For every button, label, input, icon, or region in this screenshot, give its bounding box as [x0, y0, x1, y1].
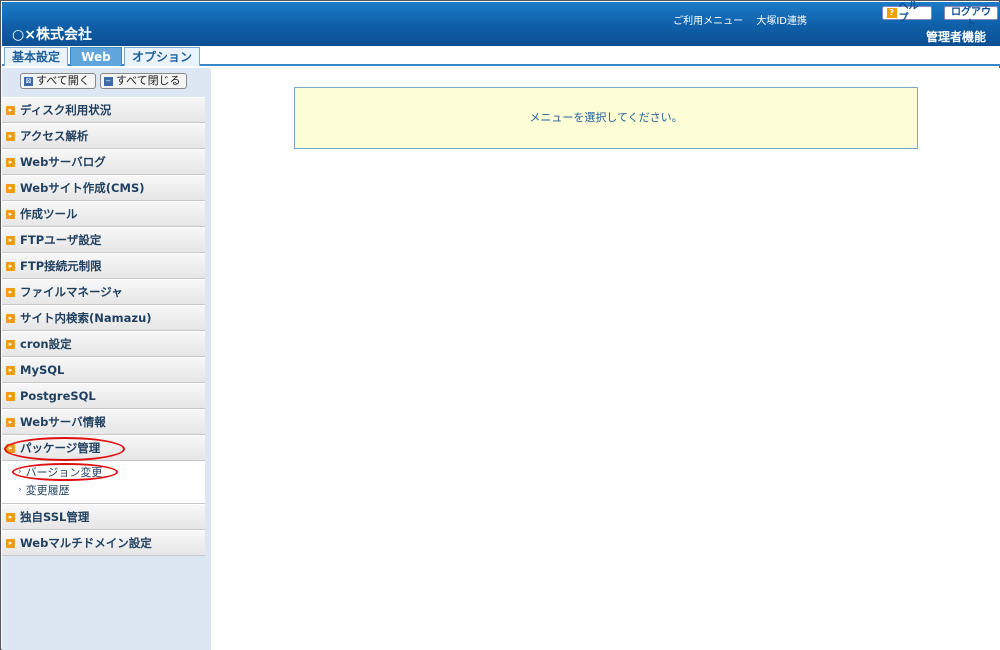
expand-controls: ⊠ すべて開く − すべて閉じる	[20, 73, 187, 89]
company-name: ○×株式会社	[12, 27, 92, 43]
arrow-icon: ▸	[6, 391, 15, 401]
tab-bar: 基本設定 Web オプション	[2, 46, 1000, 66]
admin-function-label: 管理者機能	[925, 30, 986, 44]
sidebar-item-ssl-management[interactable]: ▸ 独自SSL管理	[2, 504, 205, 530]
sidebar: ⊠ すべて開く − すべて閉じる ▸ ディスク利用状況 ▸ アクセス解析 ▸ Webサ…	[2, 68, 211, 650]
arrow-icon: ▸	[6, 235, 15, 245]
sidebar-item-multi-domain[interactable]: ▸ Webマルチドメイン設定	[2, 530, 205, 556]
arrow-icon: ▸	[6, 339, 15, 349]
expand-icon: ⊠	[24, 76, 33, 86]
arrow-icon: ▸	[6, 538, 15, 548]
submenu-item-label: 変更履歴	[25, 484, 70, 497]
sidebar-item-label: ディスク利用状況	[20, 103, 112, 117]
arrow-icon: ▸	[6, 209, 15, 219]
arrow-icon: ▸	[6, 365, 15, 375]
tab-options[interactable]: オプション	[124, 47, 200, 66]
sidebar-item-label: Webサイト作成(CMS)	[20, 181, 145, 195]
top-links: ご利用メニュー 大塚ID連携	[663, 12, 807, 27]
sidebar-item-label: ファイルマネージャ	[20, 285, 123, 299]
main-content: メニューを選択してください。	[211, 68, 1000, 650]
arrow-icon: ▸	[6, 157, 15, 167]
sidebar-item-creation-tools[interactable]: ▸ 作成ツール	[2, 201, 205, 227]
package-submenu: › バージョン変更 › 変更履歴	[2, 461, 205, 504]
sidebar-item-file-manager[interactable]: ▸ ファイルマネージャ	[2, 279, 205, 305]
arrow-icon: ▸	[6, 183, 15, 193]
sidebar-item-label: 独自SSL管理	[20, 510, 90, 524]
arrow-icon: ▸	[6, 287, 15, 297]
sidebar-item-label: 作成ツール	[20, 207, 78, 221]
sidebar-item-label: アクセス解析	[20, 129, 89, 143]
logout-button[interactable]: ログアウト	[944, 6, 998, 30]
arrow-right-icon: ›	[18, 467, 22, 477]
sidebar-item-access-analysis[interactable]: ▸ アクセス解析	[2, 123, 205, 149]
sidebar-item-label: Webサーバログ	[20, 155, 106, 169]
tab-web[interactable]: Web	[70, 47, 122, 66]
sidebar-item-site-search[interactable]: ▸ サイト内検索(Namazu)	[2, 305, 205, 331]
sidebar-item-mysql[interactable]: ▸ MySQL	[2, 357, 205, 383]
sidebar-item-label: cron設定	[20, 337, 72, 351]
sidebar-item-label: FTP接続元制限	[20, 259, 102, 273]
submenu-item-change-history[interactable]: › 変更履歴	[18, 481, 205, 499]
submenu-item-version-change[interactable]: › バージョン変更	[12, 463, 205, 481]
sidebar-item-cron[interactable]: ▸ cron設定	[2, 331, 205, 357]
arrow-icon: ▸	[6, 443, 15, 453]
expand-all-label: すべて開く	[36, 74, 90, 87]
otsuka-id-link[interactable]: 大塚ID連携	[756, 16, 807, 27]
select-menu-notice: メニューを選択してください。	[294, 87, 918, 149]
help-label: ヘルプ	[898, 1, 919, 24]
sidebar-item-disk-usage[interactable]: ▸ ディスク利用状況	[2, 97, 205, 123]
app-window: ○×株式会社 ご利用メニュー 大塚ID連携 ? ヘルプ ログアウト 管理者機能 …	[0, 0, 1000, 650]
arrow-icon: ▸	[6, 313, 15, 323]
expand-all-button[interactable]: ⊠ すべて開く	[20, 73, 96, 89]
sidebar-item-label: パッケージ管理	[20, 441, 101, 455]
collapse-all-label: すべて閉じる	[115, 74, 181, 87]
arrow-icon: ▸	[6, 512, 15, 522]
header: ○×株式会社 ご利用メニュー 大塚ID連携 ? ヘルプ ログアウト 管理者機能	[2, 1, 1000, 46]
usage-menu-link[interactable]: ご利用メニュー	[673, 16, 743, 27]
sidebar-item-label: FTPユーザ設定	[20, 233, 102, 247]
sidebar-item-label: Webサーバ情報	[20, 415, 106, 429]
arrow-icon: ▸	[6, 131, 15, 141]
arrow-right-icon: ›	[18, 485, 22, 495]
arrow-icon: ▸	[6, 261, 15, 271]
sidebar-item-label: PostgreSQL	[20, 389, 96, 403]
sidebar-item-postgresql[interactable]: ▸ PostgreSQL	[2, 383, 205, 409]
submenu-item-label: バージョン変更	[25, 466, 103, 479]
collapse-all-button[interactable]: − すべて閉じる	[99, 73, 187, 89]
arrow-icon: ▸	[6, 105, 15, 115]
arrow-icon: ▸	[6, 417, 15, 427]
tab-basic-settings[interactable]: 基本設定	[4, 47, 68, 66]
sidebar-item-label: サイト内検索(Namazu)	[20, 311, 152, 325]
sidebar-item-ftp-user[interactable]: ▸ FTPユーザ設定	[2, 227, 205, 253]
sidebar-item-label: Webマルチドメイン設定	[20, 536, 152, 550]
sidebar-item-label: MySQL	[20, 363, 65, 377]
collapse-icon: −	[103, 76, 113, 86]
sidebar-item-web-server-log[interactable]: ▸ Webサーバログ	[2, 149, 205, 175]
sidebar-item-package-management[interactable]: ▸ パッケージ管理	[2, 435, 205, 461]
sidebar-item-ftp-restriction[interactable]: ▸ FTP接続元制限	[2, 253, 205, 279]
sidebar-menu: ▸ ディスク利用状況 ▸ アクセス解析 ▸ Webサーバログ ▸ Webサイト作成(CM…	[2, 97, 205, 556]
sidebar-item-cms[interactable]: ▸ Webサイト作成(CMS)	[2, 175, 205, 201]
help-icon: ?	[887, 8, 897, 18]
help-button[interactable]: ? ヘルプ	[882, 1, 932, 24]
sidebar-item-web-server-info[interactable]: ▸ Webサーバ情報	[2, 409, 205, 435]
